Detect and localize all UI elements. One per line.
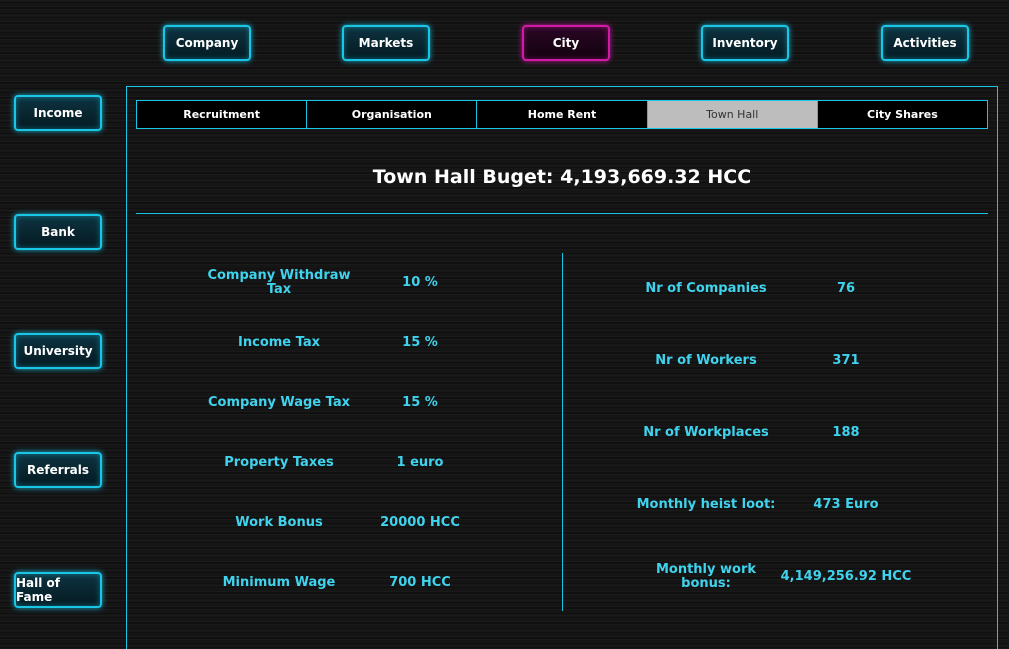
divider-vertical [562, 253, 563, 611]
stat-label: Monthly heist loot: [636, 497, 776, 512]
stat-label: Work Bonus [235, 515, 323, 530]
tab-recruitment[interactable]: Recruitment [137, 101, 306, 128]
stat-value: 15 % [402, 335, 438, 350]
stat-value: 10 % [402, 275, 438, 290]
nav-markets-button[interactable]: Markets [342, 25, 430, 61]
stat-value: 76 [836, 281, 856, 296]
side-income-button[interactable]: Income [14, 95, 102, 131]
stat-label: Nr of Companies [645, 281, 767, 296]
stat-value: 371 [832, 353, 860, 368]
nav-company-button[interactable]: Company [163, 25, 251, 61]
nav-inventory-button[interactable]: Inventory [701, 25, 789, 61]
side-referrals-button[interactable]: Referrals [14, 452, 102, 488]
stat-label: Nr of Workers [655, 353, 757, 368]
side-hall-of-fame-button[interactable]: Hall of Fame [14, 572, 102, 608]
stat-label: Company Wage Tax [208, 395, 350, 410]
town-hall-panel: Recruitment Organisation Home Rent Town … [126, 86, 998, 649]
stat-value: 188 [832, 425, 860, 440]
stat-label: Nr of Workplaces [643, 425, 769, 440]
tab-town-hall[interactable]: Town Hall [646, 101, 817, 128]
stat-label: Monthly work bonus: [655, 562, 757, 591]
stat-value: 15 % [402, 395, 438, 410]
stat-value: 20000 HCC [380, 515, 460, 530]
stat-label: Minimum Wage [222, 575, 336, 590]
stat-label: Property Taxes [224, 455, 334, 470]
stat-value: 4,149,256.92 HCC [780, 569, 912, 584]
stat-value: 1 euro [396, 455, 444, 470]
city-tabs: Recruitment Organisation Home Rent Town … [136, 100, 988, 129]
nav-activities-button[interactable]: Activities [881, 25, 969, 61]
stat-value: 700 HCC [389, 575, 451, 590]
stat-label: Company Withdraw Tax [207, 268, 351, 297]
stat-value: 473 Euro [813, 497, 879, 512]
tab-organisation[interactable]: Organisation [306, 101, 476, 128]
tab-home-rent[interactable]: Home Rent [476, 101, 646, 128]
town-hall-budget: Town Hall Buget: 4,193,669.32 HCC [372, 166, 752, 188]
side-bank-button[interactable]: Bank [14, 214, 102, 250]
stat-label: Income Tax [238, 335, 320, 350]
side-university-button[interactable]: University [14, 333, 102, 369]
nav-city-button[interactable]: City [522, 25, 610, 61]
divider-horizontal [136, 213, 988, 214]
tab-city-shares[interactable]: City Shares [816, 101, 987, 128]
